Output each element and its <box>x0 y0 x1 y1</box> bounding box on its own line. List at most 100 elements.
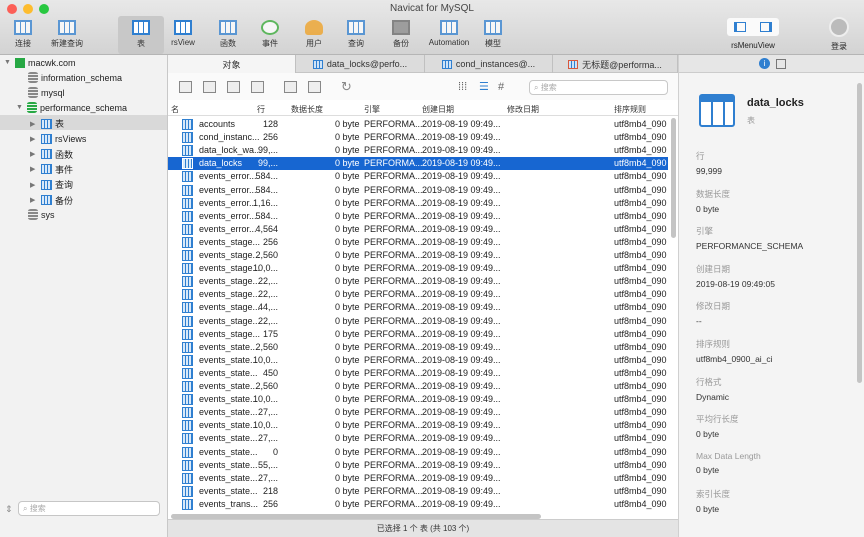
table-row[interactable]: events_state... 2,560 0 byte PERFORMA... 201… <box>168 380 668 393</box>
table-row[interactable]: events_stage... 22,... 0 byte PERFORMA... 20… <box>168 288 668 301</box>
row-count: 218 <box>262 485 278 496</box>
tree-tables[interactable]: ▶ 表 <box>30 116 64 131</box>
table-row[interactable]: events_state... 2,560 0 byte PERFORMA... 201… <box>168 341 668 354</box>
filter-icon[interactable]: ⇕ <box>5 504 13 515</box>
table-row[interactable]: events_state... 0 0 byte PERFORMA... 2019-08… <box>168 446 668 459</box>
disclosure-icon[interactable]: ▶ <box>30 165 38 173</box>
table-row[interactable]: events_error... 584... 0 byte PERFORMA... 20… <box>168 210 668 223</box>
table-row[interactable]: events_error... 584... 0 byte PERFORMA... 20… <box>168 184 668 197</box>
ddl-icon[interactable] <box>776 59 786 69</box>
toolbar-user-button[interactable]: 用户 <box>291 16 337 54</box>
table-row[interactable]: events_state... 27,... 0 byte PERFORMA... 20… <box>168 432 668 445</box>
db-performance-schema[interactable]: ▼ performance_schema <box>16 100 127 115</box>
sidebar-search-input[interactable]: ⌕ 搜索 <box>18 501 160 516</box>
table-row[interactable]: events_stage... 256 0 byte PERFORMA... 2019-… <box>168 236 668 249</box>
toolbar-new-query-button[interactable]: 新建查询 <box>44 16 90 54</box>
tree-events[interactable]: ▶ 事件 <box>30 162 73 177</box>
refresh-icon[interactable]: ↻ <box>341 79 352 95</box>
column-created[interactable]: 创建日期 <box>422 104 454 115</box>
query-icon <box>347 19 365 35</box>
disclosure-icon[interactable]: ▶ <box>30 150 38 158</box>
table-row[interactable]: events_state... 27,... 0 byte PERFORMA... 20… <box>168 472 668 485</box>
toolbar-view-button[interactable]: rsView <box>160 16 206 54</box>
table-row[interactable]: events_stage... 44,... 0 byte PERFORMA... 20… <box>168 301 668 314</box>
disclosure-icon[interactable]: ▶ <box>30 120 38 128</box>
table-row[interactable]: events_state... 55,... 0 byte PERFORMA... 20… <box>168 459 668 472</box>
table-row[interactable]: data_locks 99,... 0 byte PERFORMA... 2019-08… <box>168 157 668 171</box>
tree-querys[interactable]: ▶ 查询 <box>30 177 73 192</box>
table-row[interactable]: events_error... 1,16... 0 byte PERFORMA... 2… <box>168 197 668 210</box>
menu-view-toggle[interactable] <box>727 18 779 36</box>
vertical-scrollbar[interactable] <box>671 118 676 238</box>
column-name[interactable]: 名 <box>171 104 179 115</box>
toolbar-query-button[interactable]: 查询 <box>333 16 379 54</box>
delete-table-icon[interactable] <box>251 80 264 93</box>
tab-untitled-query[interactable]: 无标题@performa... <box>553 55 678 73</box>
table-row[interactable]: data_lock_wa... 99,... 0 byte PERFORMA... 20… <box>168 144 668 157</box>
tab-data-locks[interactable]: data_locks@perfo... <box>296 55 425 73</box>
column-engine[interactable]: 引擎 <box>364 104 380 115</box>
design-table-icon[interactable] <box>203 80 216 93</box>
table-row[interactable]: events_stage... 10,0... 0 byte PERFORMA... 2… <box>168 262 668 275</box>
db-sys[interactable]: sys <box>28 207 55 222</box>
tab-cond-instances[interactable]: cond_instances@... <box>425 55 553 73</box>
object-pane: 对象 data_locks@perfo... cond_instances@..… <box>168 55 864 537</box>
toolbar-model-button[interactable]: 模型 <box>470 16 516 54</box>
new-table-icon[interactable] <box>227 80 240 93</box>
toolbar-connect-button[interactable]: 连接 <box>0 16 46 54</box>
grid-view-icon[interactable]: ⁞⁞⁞ <box>458 81 467 93</box>
db-mysql[interactable]: mysql <box>28 85 65 100</box>
column-modified[interactable]: 修改日期 <box>507 104 539 115</box>
toolbar-function-button[interactable]: 函数 <box>205 16 251 54</box>
connection-item[interactable]: ▼ macwk.com <box>4 55 76 70</box>
field-value: -- <box>696 316 702 327</box>
row-count: 27,... <box>257 433 278 444</box>
db-information-schema[interactable]: information_schema <box>28 70 122 85</box>
table-row[interactable]: events_error... 584... 0 byte PERFORMA... 20… <box>168 170 668 183</box>
table-row[interactable]: events_error... 4,564 0 byte PERFORMA... 201… <box>168 223 668 236</box>
disclosure-icon[interactable]: ▶ <box>30 181 38 189</box>
disclosure-icon[interactable]: ▶ <box>30 135 38 143</box>
table-row[interactable]: events_state... 10,0... 0 byte PERFORMA... 2… <box>168 393 668 406</box>
table-icon <box>182 223 193 235</box>
toolbar-table-button[interactable]: 表 <box>118 16 164 54</box>
row-engine: PERFORMA... <box>364 197 423 208</box>
tree-functions[interactable]: ▶ 函数 <box>30 147 73 162</box>
disclosure-icon[interactable]: ▶ <box>30 196 38 204</box>
object-search-input[interactable]: ⌕ 搜索 <box>529 80 668 95</box>
column-data-length[interactable]: 数据长度 <box>291 104 323 115</box>
row-name: events_state... <box>199 354 258 365</box>
table-row[interactable]: events_state... 27,... 0 byte PERFORMA... 20… <box>168 406 668 419</box>
table-row[interactable]: cond_instanc... 256 0 byte PERFORMA... 2019-… <box>168 131 668 144</box>
toolbar-event-button[interactable]: 事件 <box>247 16 293 54</box>
avatar[interactable] <box>829 17 849 37</box>
table-row[interactable]: events_stage... 22,... 0 byte PERFORMA... 20… <box>168 275 668 288</box>
tree-backups[interactable]: ▶ 备份 <box>30 193 73 208</box>
detail-view-icon[interactable]: # <box>498 81 504 93</box>
column-collation[interactable]: 排序规则 <box>614 104 646 115</box>
table-row[interactable]: events_state... 10,0... 0 byte PERFORMA... 2… <box>168 354 668 367</box>
left-pane-icon[interactable] <box>734 22 746 32</box>
table-row[interactable]: events_stage... 22,... 0 byte PERFORMA... 20… <box>168 315 668 328</box>
tab-objects[interactable]: 对象 <box>168 55 296 73</box>
table-row[interactable]: events_stage... 175 0 byte PERFORMA... 2019-… <box>168 328 668 341</box>
right-pane-icon[interactable] <box>760 22 772 32</box>
toolbar-automation-button[interactable]: Automation <box>424 16 474 54</box>
import-icon[interactable] <box>284 80 297 93</box>
export-icon[interactable] <box>308 80 321 93</box>
table-row[interactable]: events_state... 218 0 byte PERFORMA... 2019-… <box>168 485 668 498</box>
panel-scrollbar[interactable] <box>857 83 862 383</box>
table-row[interactable]: events_state... 450 0 byte PERFORMA... 2019-… <box>168 367 668 380</box>
table-row[interactable]: events_state... 10,0... 0 byte PERFORMA... 2… <box>168 419 668 432</box>
table-row[interactable]: events_trans... 256 0 byte PERFORMA... 2019-… <box>168 498 668 511</box>
table-row[interactable]: events_stage... 2,560 0 byte PERFORMA... 201… <box>168 249 668 262</box>
column-rows[interactable]: 行 <box>257 104 265 115</box>
login-button[interactable]: 登录 <box>825 41 853 52</box>
table-row[interactable]: accounts 128 0 byte PERFORMA... 2019-08-19 0… <box>168 118 668 131</box>
tree-views[interactable]: ▶ rsViews <box>30 131 86 146</box>
info-icon[interactable]: i <box>759 58 770 69</box>
list-view-icon[interactable]: ☰ <box>479 80 489 93</box>
row-data-length: 0 byte <box>335 250 360 260</box>
toolbar-backup-button[interactable]: 备份 <box>378 16 424 54</box>
open-table-icon[interactable] <box>179 80 192 93</box>
